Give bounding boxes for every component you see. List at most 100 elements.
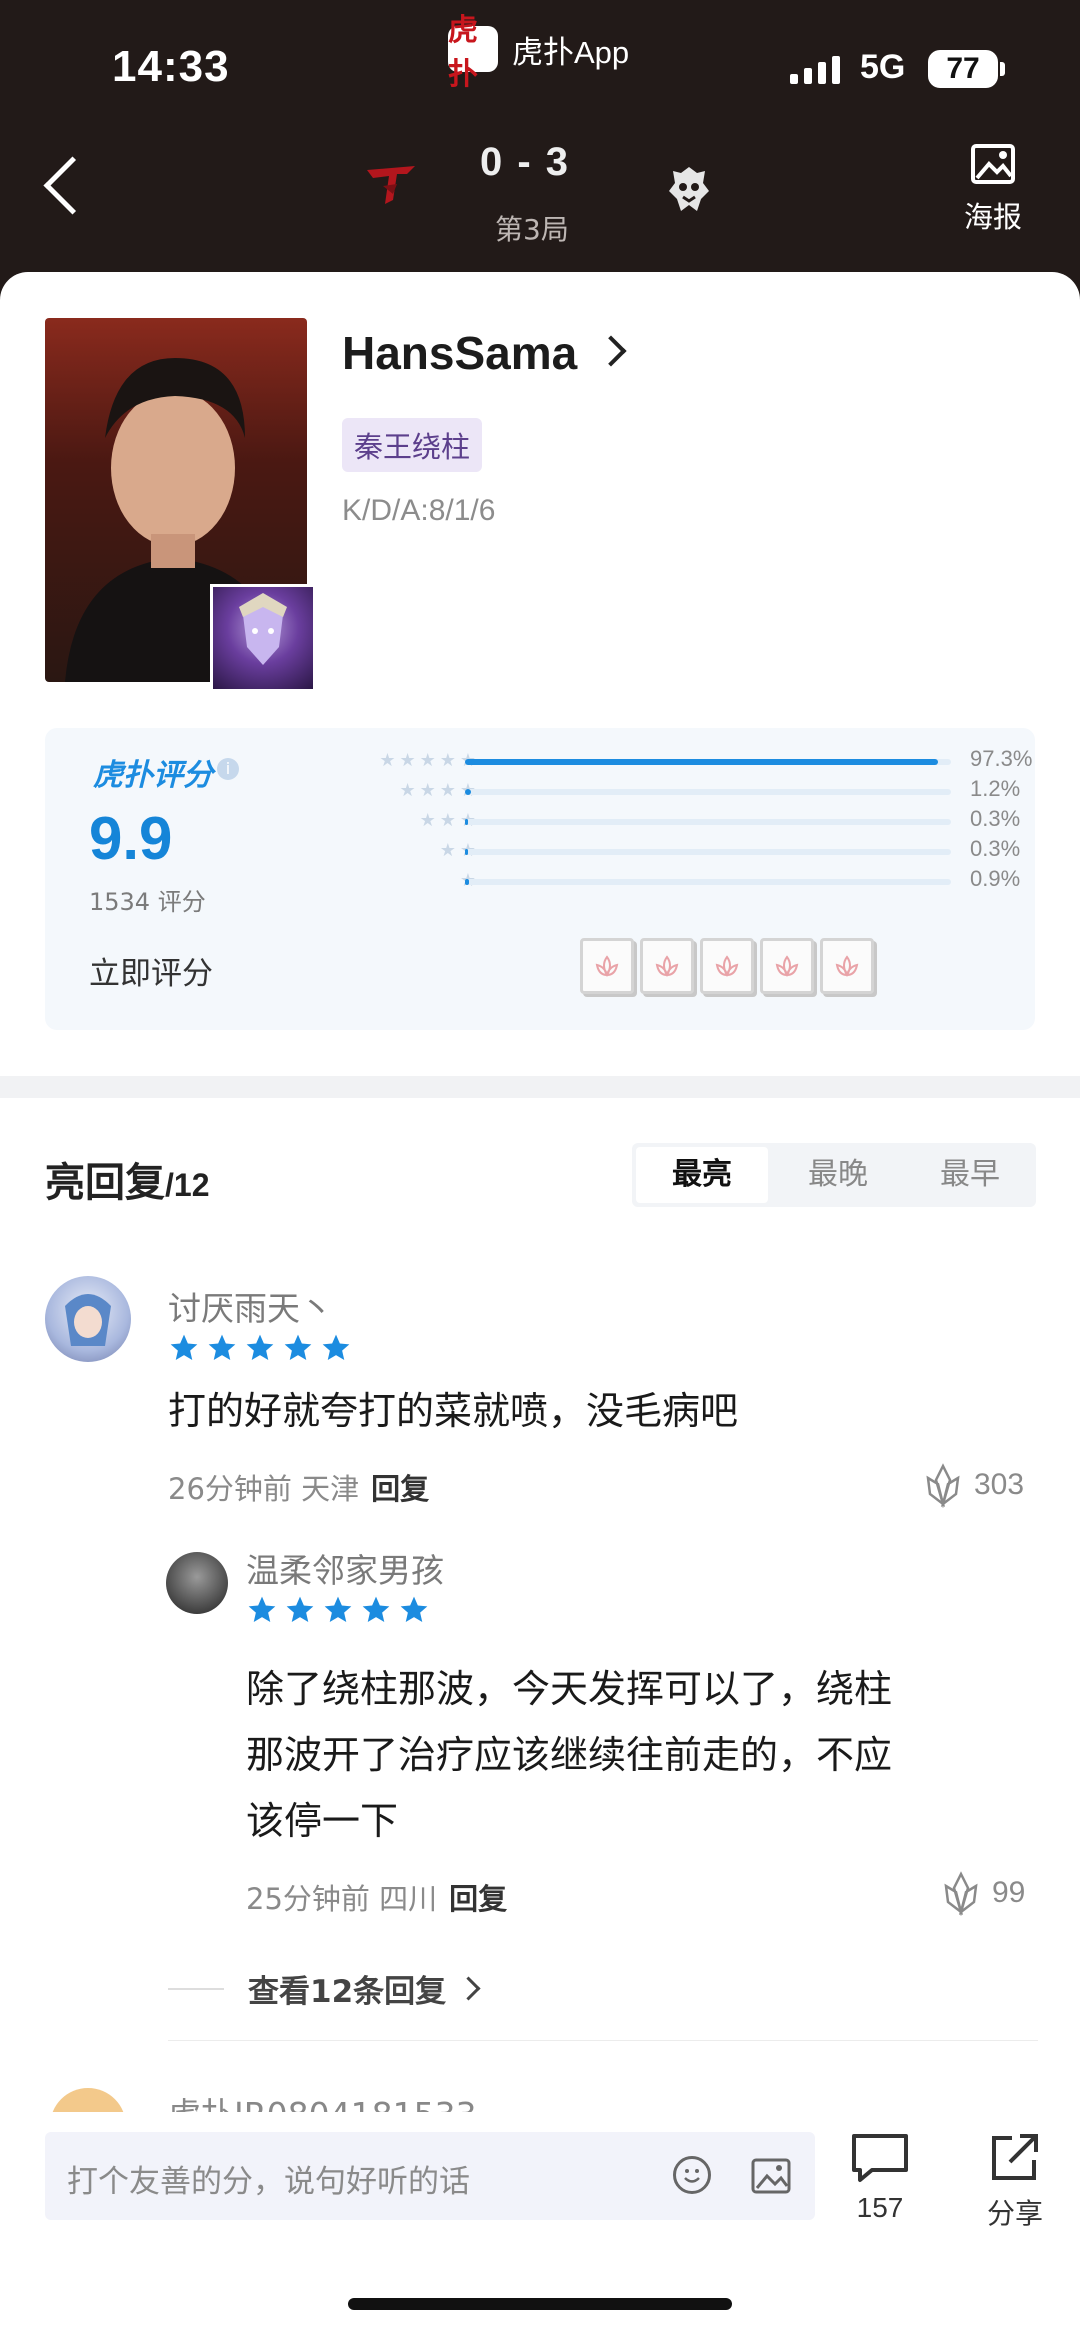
- star-row-5: ★★★★★ 97.3%: [285, 746, 1045, 774]
- comment-text-line: 除了绕柱那波，今天发挥可以了，绕柱: [246, 1667, 893, 1711]
- hero-portrait-icon: [239, 593, 287, 665]
- status-time: 14:33: [112, 42, 230, 91]
- star-row-track: [465, 849, 951, 855]
- comment-meta: 26分钟前 天津 回复: [168, 1466, 429, 1508]
- comments-count: /12: [165, 1167, 210, 1203]
- star-row-fill: [465, 759, 938, 765]
- comment-text-line: 那波开了治疗应该继续往前走的，不应: [246, 1733, 893, 1777]
- network-type: 5G: [860, 48, 906, 86]
- star-row-percent: 0.3%: [970, 806, 1021, 831]
- rate-2-button[interactable]: [640, 938, 694, 994]
- star-row-fill: [465, 819, 468, 825]
- tab-earliest[interactable]: 最早: [904, 1143, 1036, 1207]
- team-logo-right-icon: [669, 167, 709, 211]
- star-icon: [286, 1596, 314, 1622]
- rating-score: 9.9: [89, 805, 173, 872]
- star-icon: [400, 1596, 428, 1622]
- player-name[interactable]: HansSama: [342, 326, 577, 380]
- reply-button[interactable]: 回复: [371, 1472, 429, 1506]
- home-indicator[interactable]: [348, 2298, 732, 2310]
- rate-5-button[interactable]: [820, 938, 874, 994]
- back-arrow-icon: [43, 156, 102, 215]
- star-row-3: ★★★ 0.3%: [285, 806, 1045, 834]
- hero-avatar[interactable]: [210, 584, 316, 692]
- light-up-icon: [926, 1463, 960, 1508]
- lotus-icon: [715, 955, 739, 977]
- lotus-icon: [655, 955, 679, 977]
- image-icon[interactable]: [751, 2158, 791, 2194]
- star-row-percent: 0.9%: [970, 866, 1021, 891]
- star-row-track: [465, 819, 951, 825]
- section-divider: [0, 1076, 1080, 1098]
- comment-rating-stars: [246, 1594, 430, 1626]
- star-row-percent: 97.3%: [970, 746, 1033, 771]
- match-score: 0 - 3: [480, 140, 571, 184]
- star-icon: [324, 1596, 352, 1622]
- star-row-percent: 0.3%: [970, 836, 1021, 861]
- sort-tabs: 最亮 最晚 最早: [632, 1143, 1036, 1207]
- comment-count: 157: [856, 2192, 904, 2223]
- team-logo-left-icon: [367, 166, 415, 204]
- like-button[interactable]: 303: [922, 1462, 1024, 1508]
- light-up-icon: [944, 1871, 978, 1916]
- rating-count: 1534 评分: [89, 888, 206, 916]
- comment-time-location: 26分钟前 天津: [168, 1472, 360, 1506]
- rate-now-button[interactable]: 立即评分: [89, 948, 213, 993]
- lotus-icon: [595, 955, 619, 977]
- avatar[interactable]: [45, 1276, 131, 1362]
- star-row-track: [465, 789, 951, 795]
- comment-separator: [168, 2040, 1038, 2041]
- view-more-replies[interactable]: 查看12条回复: [168, 1966, 481, 2011]
- comment-time-location: 25分钟前 四川: [246, 1882, 438, 1916]
- top-header: 14:33 虎扑 虎扑App 5G 77 0 - 3 第3局 海报: [0, 0, 1080, 300]
- rate-4-button[interactable]: [760, 938, 814, 994]
- comment-username[interactable]: 讨厌雨天丶: [168, 1282, 333, 1330]
- hupu-rating-logo: 虎扑评分: [93, 758, 213, 793]
- star-row-4: ★★★★ 1.2%: [285, 776, 1045, 804]
- like-button[interactable]: 99: [940, 1870, 1025, 1916]
- signal-icon: [790, 56, 840, 84]
- comment-username[interactable]: 温柔邻家男孩: [246, 1544, 444, 1592]
- comments-title-text: 亮回复: [45, 1160, 165, 1206]
- image-poster-icon: [971, 144, 1015, 184]
- star-icon: [246, 1334, 274, 1360]
- chevron-right-icon: [456, 1976, 481, 2001]
- comment-bubble-icon: [852, 2134, 908, 2182]
- view-more-label: 查看12条回复: [248, 1974, 447, 2010]
- back-button[interactable]: [30, 150, 110, 230]
- comment-text: 除了绕柱那波，今天发挥可以了，绕柱 那波开了治疗应该继续往前走的，不应 该停一下: [246, 1656, 892, 1854]
- comments-button[interactable]: 157: [848, 2132, 912, 2224]
- star-icon: [208, 1334, 236, 1360]
- star-row-1: ★ 0.9%: [285, 866, 1045, 894]
- player-kda: K/D/A:8/1/6: [342, 494, 496, 527]
- tab-latest[interactable]: 最晚: [772, 1143, 904, 1207]
- star-row-percent: 1.2%: [970, 776, 1021, 801]
- app-name: 虎扑App: [512, 34, 630, 70]
- share-label: 分享: [986, 2198, 1043, 2229]
- emoji-icon[interactable]: [673, 2156, 711, 2194]
- share-button[interactable]: 分享: [980, 2130, 1050, 2232]
- comment-rating-stars: [168, 1332, 352, 1364]
- info-icon[interactable]: i: [217, 758, 239, 780]
- star-row-track: [465, 759, 951, 765]
- star-row-fill: [465, 789, 471, 795]
- rate-1-button[interactable]: [580, 938, 634, 994]
- comment-input-placeholder: 打个友善的分，说句好听的话: [67, 2164, 470, 2200]
- comment-input[interactable]: 打个友善的分，说句好听的话: [45, 2132, 815, 2220]
- star-row-2: ★★ 0.3%: [285, 836, 1045, 864]
- reply-button[interactable]: 回复: [449, 1882, 507, 1916]
- star-icon: [362, 1596, 390, 1622]
- poster-label: 海报: [963, 200, 1022, 234]
- tab-brightest[interactable]: 最亮: [636, 1147, 768, 1203]
- match-round: 第3局: [495, 213, 569, 246]
- like-count: 99: [992, 1876, 1026, 1909]
- star-row-fill: [465, 879, 470, 885]
- comment-text: 打的好就夸打的菜就喷，没毛病吧: [168, 1389, 739, 1433]
- poster-button[interactable]: 海报: [958, 140, 1028, 236]
- divider-line: [168, 1987, 224, 1990]
- avatar[interactable]: [166, 1552, 228, 1614]
- comments-title: 亮回复/12: [45, 1150, 209, 1208]
- battery-icon: 77: [928, 50, 998, 88]
- star-row-fill: [465, 849, 468, 855]
- rate-3-button[interactable]: [700, 938, 754, 994]
